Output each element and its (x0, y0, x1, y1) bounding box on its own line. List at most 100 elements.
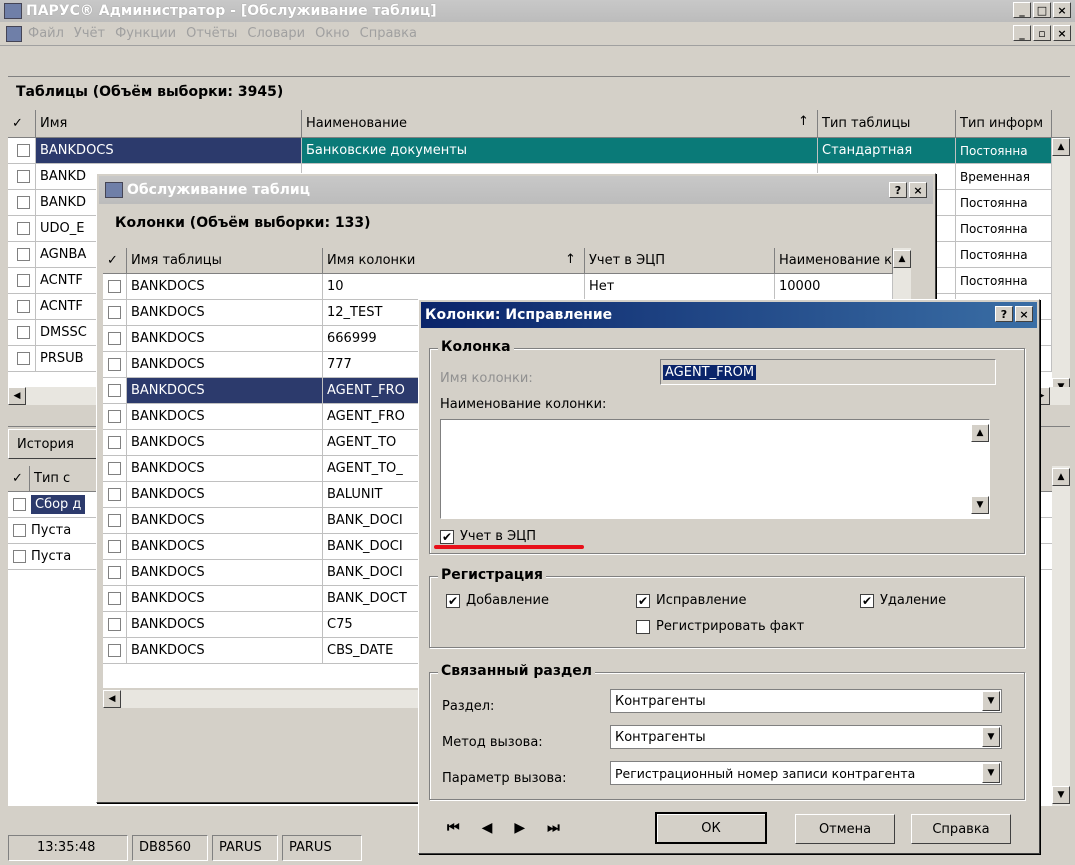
hscroll-left-icon[interactable]: ◀ (8, 387, 26, 405)
check-all-icon[interactable]: ✓ (8, 110, 36, 137)
reg-fact-checkbox[interactable]: Регистрировать факт (636, 619, 804, 634)
row-checkbox[interactable] (8, 320, 36, 345)
prev-record-icon[interactable]: ◀ (482, 820, 493, 836)
menu-file[interactable]: Файл (28, 26, 64, 41)
dlg2-help-icon[interactable]: ? (995, 306, 1013, 322)
checkbox-icon[interactable] (108, 306, 121, 319)
checkbox-icon[interactable] (108, 514, 121, 527)
desc-scroll-down-icon[interactable]: ▼ (971, 496, 989, 514)
history-vscroll[interactable]: ▲ ▼ (1052, 466, 1070, 806)
ok-button[interactable]: ОК (655, 812, 767, 844)
reg-add-checkbox[interactable]: ✔ Добавление (446, 593, 549, 608)
column-row-checkbox[interactable] (103, 274, 127, 299)
child-restore-icon[interactable]: ▫ (1033, 25, 1051, 41)
method-dropdown-icon[interactable]: ▼ (982, 727, 1000, 747)
column-row-checkbox[interactable] (103, 482, 127, 507)
menu-functions[interactable]: Функции (115, 26, 176, 41)
reg-edit-check-icon[interactable]: ✔ (636, 593, 650, 608)
reg-fact-check-icon[interactable] (636, 619, 650, 634)
menu-dictionaries[interactable]: Словари (247, 26, 305, 41)
history-scroll-down-icon[interactable]: ▼ (1052, 786, 1070, 804)
menu-reports[interactable]: Отчёты (186, 26, 237, 41)
reg-add-check-icon[interactable]: ✔ (446, 593, 460, 608)
columns-hscroll-left-icon[interactable]: ◀ (103, 690, 121, 708)
column-row[interactable]: BANKDOCS 10 Нет 10000 (103, 274, 911, 300)
checkbox-icon[interactable] (17, 326, 30, 339)
column-row-checkbox[interactable] (103, 352, 127, 377)
history-scroll-up-icon[interactable]: ▲ (1052, 468, 1070, 486)
column-row-checkbox[interactable] (103, 404, 127, 429)
column-row-checkbox[interactable] (103, 326, 127, 351)
row-checkbox[interactable] (8, 294, 36, 319)
param-dropdown-icon[interactable]: ▼ (982, 763, 1000, 783)
method-select[interactable]: Контрагенты ▼ (610, 725, 1002, 749)
checkbox-icon[interactable] (108, 280, 121, 293)
column-row-checkbox[interactable] (103, 560, 127, 585)
menu-help[interactable]: Справка (360, 26, 417, 41)
column-row-checkbox[interactable] (103, 508, 127, 533)
history-check-icon[interactable]: ✓ (8, 466, 30, 491)
dlg1-close-icon[interactable]: × (909, 182, 927, 198)
scroll-up-icon[interactable]: ▲ (1052, 138, 1070, 156)
minimize-icon[interactable]: _ (1013, 2, 1031, 18)
checkbox-icon[interactable] (17, 144, 30, 157)
checkbox-icon[interactable] (108, 384, 121, 397)
row-checkbox[interactable] (8, 268, 36, 293)
col-type[interactable]: Тип таблицы (818, 110, 956, 137)
tab-history[interactable]: История (8, 429, 98, 459)
col-name[interactable]: Имя (36, 110, 302, 137)
checkbox-icon[interactable] (108, 540, 121, 553)
tables-vscroll[interactable]: ▲ ▼ (1052, 138, 1070, 398)
first-record-icon[interactable]: ⏮ (447, 820, 460, 836)
col-column-title[interactable]: Наименование ко (775, 248, 893, 273)
col-title[interactable]: Наименование (302, 110, 818, 137)
col-table-name[interactable]: Имя таблицы (127, 248, 323, 273)
reg-del-check-icon[interactable]: ✔ (860, 593, 874, 608)
last-record-icon[interactable]: ⏭ (547, 820, 560, 836)
dlg1-help-icon[interactable]: ? (889, 182, 907, 198)
column-row-checkbox[interactable] (103, 586, 127, 611)
child-close-icon[interactable]: × (1053, 25, 1071, 41)
checkbox-icon[interactable] (108, 358, 121, 371)
menu-window[interactable]: Окно (315, 26, 350, 41)
checkbox-icon[interactable] (108, 410, 121, 423)
checkbox-icon[interactable] (17, 274, 30, 287)
column-row-checkbox[interactable] (103, 300, 127, 325)
reg-del-checkbox[interactable]: ✔ Удаление (860, 593, 946, 608)
checkbox-icon[interactable] (108, 462, 121, 475)
checkbox-icon[interactable] (108, 644, 121, 657)
checkbox-icon[interactable] (108, 488, 121, 501)
row-checkbox[interactable] (8, 216, 36, 241)
column-row-checkbox[interactable] (103, 534, 127, 559)
next-record-icon[interactable]: ▶ (514, 820, 525, 836)
column-row-checkbox[interactable] (103, 430, 127, 455)
row-checkbox[interactable] (8, 190, 36, 215)
checkbox-icon[interactable] (17, 170, 30, 183)
checkbox-icon[interactable] (108, 592, 121, 605)
reg-edit-checkbox[interactable]: ✔ Исправление (636, 593, 747, 608)
checkbox-icon[interactable] (108, 566, 121, 579)
maximize-icon[interactable]: □ (1033, 2, 1051, 18)
history-checkbox-icon[interactable] (13, 498, 26, 511)
checkbox-icon[interactable] (108, 436, 121, 449)
help-button[interactable]: Справка (911, 814, 1011, 844)
history-checkbox-icon[interactable] (13, 524, 26, 537)
cancel-button[interactable]: Отмена (795, 814, 895, 844)
row-checkbox[interactable] (8, 164, 36, 189)
section-select[interactable]: Контрагенты ▼ (610, 689, 1002, 713)
column-row-checkbox[interactable] (103, 638, 127, 663)
column-row-checkbox[interactable] (103, 378, 127, 403)
dlg2-close-icon[interactable]: × (1015, 306, 1033, 322)
checkbox-icon[interactable] (17, 352, 30, 365)
columns-scroll-up-icon[interactable]: ▲ (893, 250, 911, 268)
row-checkbox[interactable] (8, 346, 36, 371)
col-ecp[interactable]: Учет в ЭЦП (585, 248, 775, 273)
column-row-checkbox[interactable] (103, 456, 127, 481)
checkbox-icon[interactable] (17, 222, 30, 235)
col-column-name[interactable]: Имя колонки (323, 248, 585, 273)
table-row[interactable]: BANKDOCS Банковские документы Стандартная П… (8, 138, 1070, 164)
dlg1-check-all-icon[interactable]: ✓ (103, 248, 127, 273)
checkbox-icon[interactable] (108, 618, 121, 631)
ecp-checkbox[interactable]: ✔ Учет в ЭЦП (440, 529, 536, 544)
checkbox-icon[interactable] (17, 248, 30, 261)
